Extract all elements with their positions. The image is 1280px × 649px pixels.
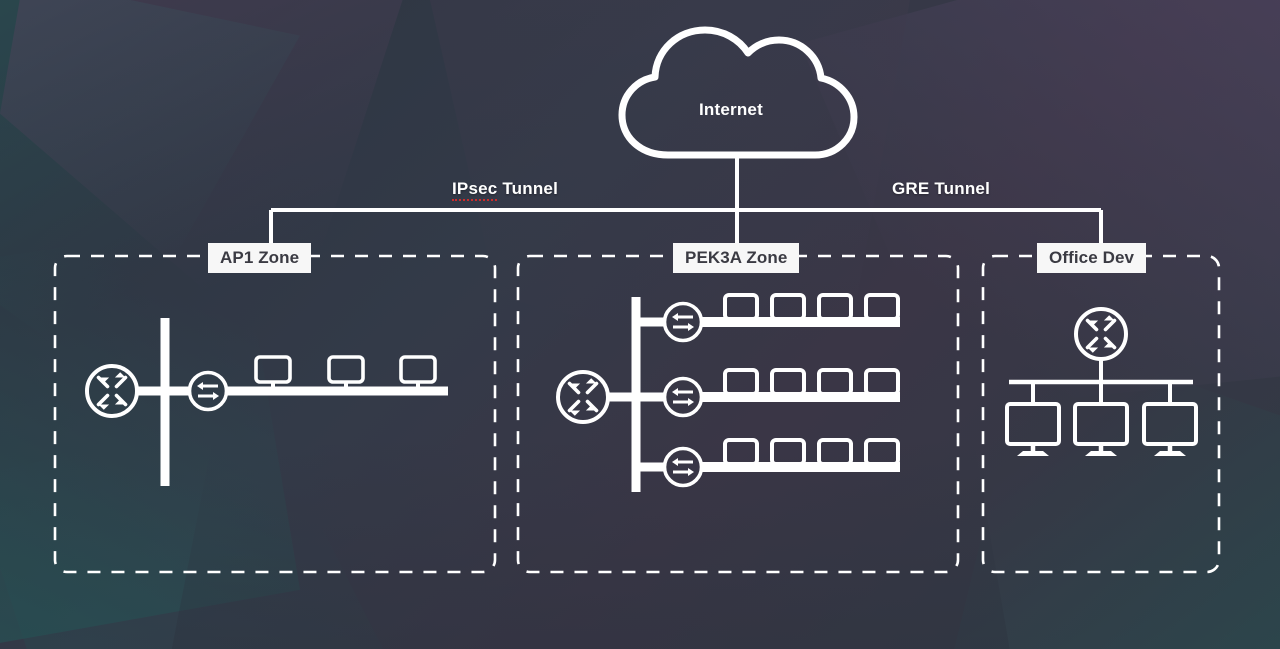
office-dev-router-icon[interactable] <box>1074 307 1128 361</box>
pek3a-server-r3-c2[interactable] <box>770 438 806 466</box>
pek3a-server-r1-c1[interactable] <box>723 293 759 321</box>
pek3a-server-r2-c2[interactable] <box>770 368 806 396</box>
office-dev-workstation-2[interactable] <box>1075 404 1127 456</box>
ipsec-tunnel-label: IPsec Tunnel <box>452 179 559 201</box>
office-dev-workstation-1[interactable] <box>1007 404 1059 456</box>
pek3a-server-r3-c4[interactable] <box>864 438 900 466</box>
pek3a-zone-contents <box>556 293 900 492</box>
pek3a-server-r2-c1[interactable] <box>723 368 759 396</box>
pek3a-server-r1-c4[interactable] <box>864 293 900 321</box>
pek3a-server-r3-c3[interactable] <box>817 438 853 466</box>
diagram-vector-layer <box>53 26 1221 574</box>
ap1-switch-icon[interactable] <box>187 370 229 412</box>
ipsec-tunnel-label-misspelled-part: IPsec <box>452 179 498 201</box>
zone-box-pek3a <box>516 254 960 574</box>
pek3a-server-r2-c3[interactable] <box>817 368 853 396</box>
internet-cloud-label: Internet <box>699 100 763 119</box>
pek3a-server-r2-c4[interactable] <box>864 368 900 396</box>
office-dev-workstation-3[interactable] <box>1144 404 1196 456</box>
pek3a-switch-row-2[interactable] <box>662 376 704 418</box>
ap1-zone-contents <box>85 318 448 486</box>
ap1-router-icon[interactable] <box>85 364 139 418</box>
backbone-links <box>269 155 1103 244</box>
pek3a-server-r3-c1[interactable] <box>723 438 759 466</box>
pek3a-server-r1-c3[interactable] <box>817 293 853 321</box>
zone-label-ap1[interactable]: AP1 Zone <box>208 243 312 273</box>
internet-cloud-icon <box>618 26 858 159</box>
pek3a-server-r1-c2[interactable] <box>770 293 806 321</box>
ap1-workstation-1[interactable] <box>254 355 292 392</box>
pek3a-router-icon[interactable] <box>556 370 610 424</box>
ap1-workstation-3[interactable] <box>399 355 437 392</box>
pek3a-switch-row-3[interactable] <box>662 446 704 488</box>
zone-box-office-dev <box>981 254 1221 574</box>
zone-label-pek3a[interactable]: PEK3A Zone <box>673 243 800 273</box>
zone-label-office-dev[interactable]: Office Dev <box>1037 243 1147 273</box>
pek3a-switch-row-1[interactable] <box>662 301 704 343</box>
network-diagram-canvas: Internet IPsec Tunnel GRE Tunnel AP1 Zon… <box>0 0 1280 649</box>
gre-tunnel-label: GRE Tunnel <box>892 179 991 198</box>
ipsec-tunnel-label-rest-part: Tunnel <box>497 179 559 198</box>
ap1-workstation-2[interactable] <box>327 355 365 392</box>
office-dev-zone-contents <box>1007 307 1196 456</box>
